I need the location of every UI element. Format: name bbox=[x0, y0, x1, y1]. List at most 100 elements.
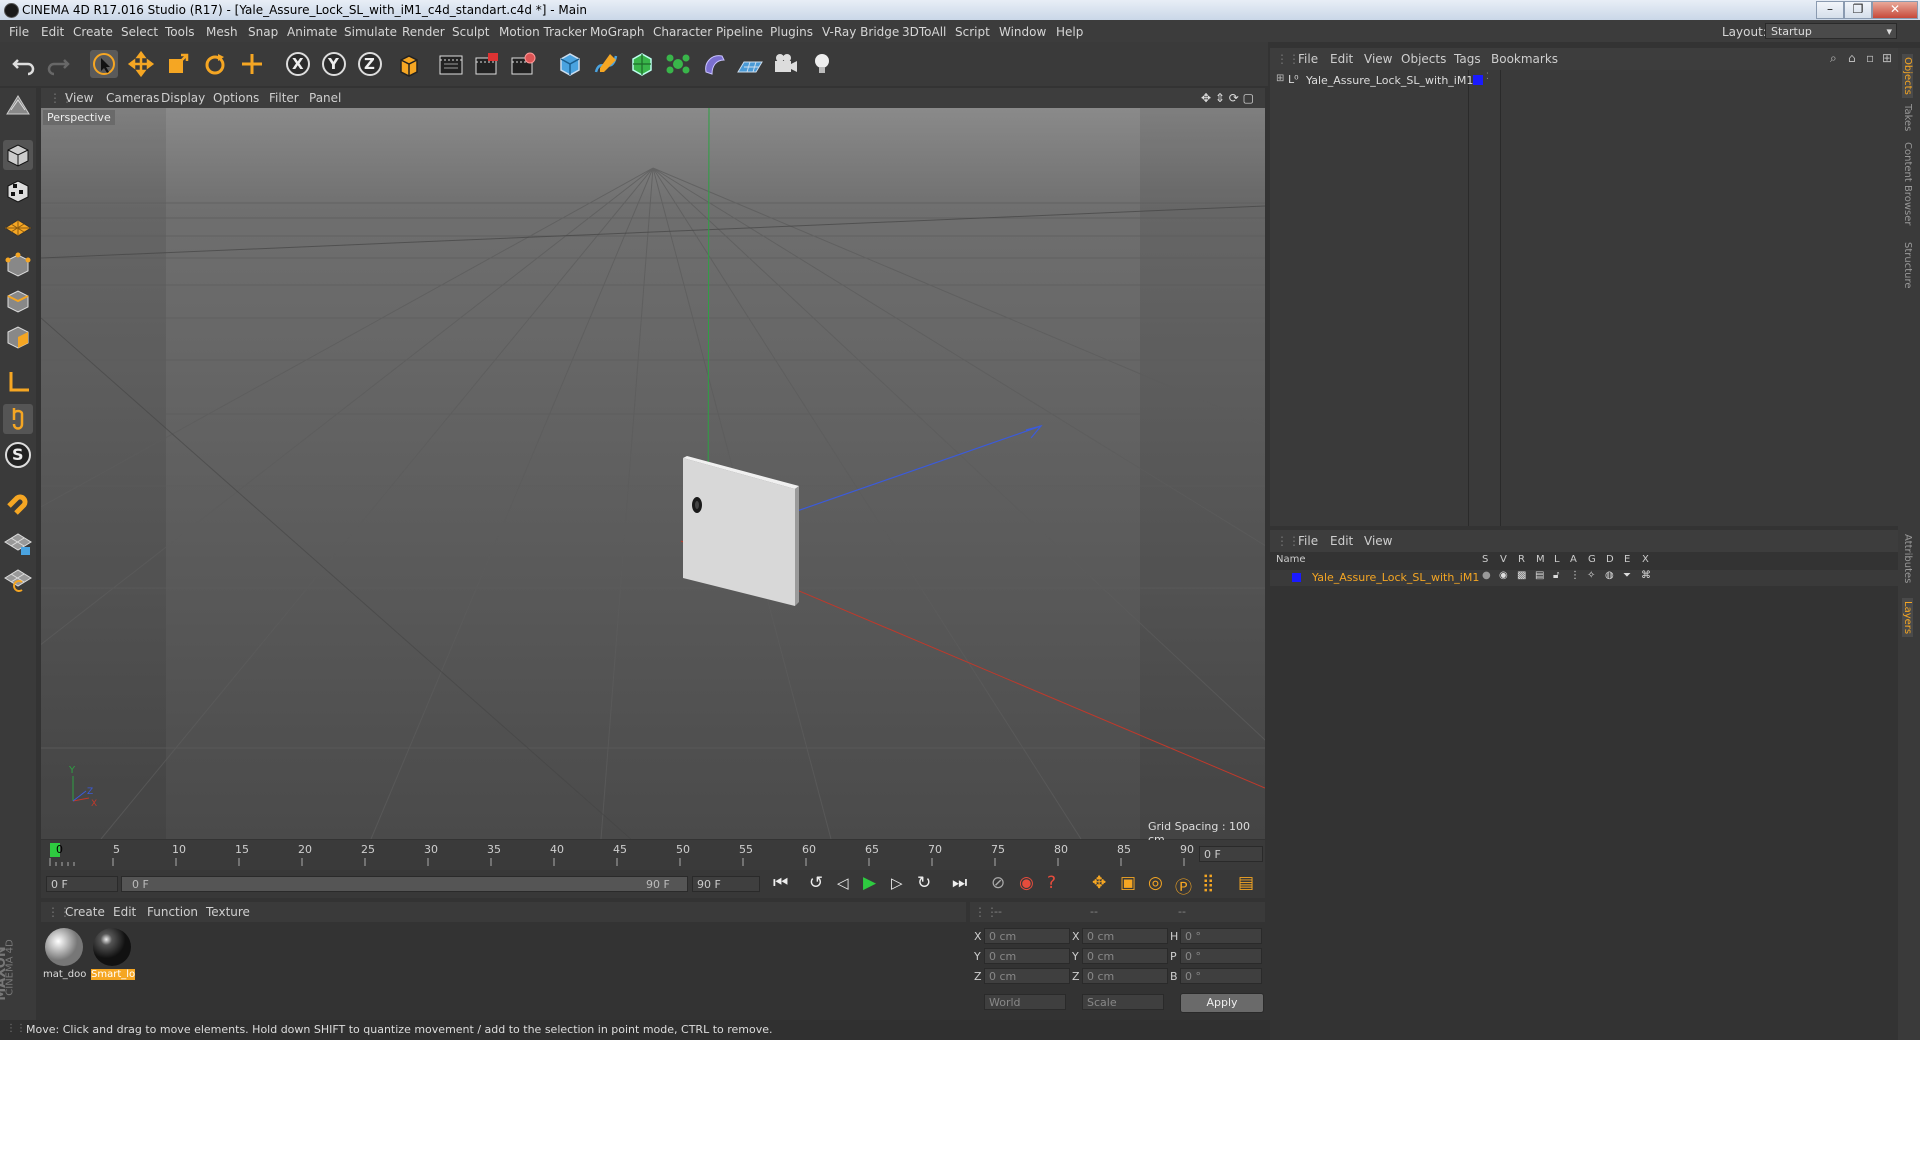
object-menu-tags[interactable]: Tags bbox=[1454, 52, 1481, 66]
loop-icon[interactable]: ↻ bbox=[917, 873, 931, 893]
menu-tools[interactable]: Tools bbox=[165, 25, 195, 39]
tab-structure[interactable]: Structure bbox=[1902, 242, 1913, 289]
key-pla-icon[interactable]: ⣿ bbox=[1202, 873, 1214, 893]
lock-toggle-icon[interactable]: 🔓︎ bbox=[1553, 570, 1559, 581]
generators-toggle-icon[interactable]: ✧ bbox=[1587, 570, 1595, 581]
snap-s-icon[interactable]: S bbox=[3, 440, 33, 470]
rot-h-field[interactable]: 0 ° bbox=[1180, 928, 1262, 944]
layer-color-swatch[interactable] bbox=[1292, 573, 1301, 582]
workplane-lock-icon[interactable] bbox=[3, 528, 33, 558]
coordinate-system-icon[interactable] bbox=[395, 50, 423, 78]
layer-row[interactable]: Yale_Assure_Lock_SL_with_iM1 ● ◉ ▩ ▤ 🔓︎ … bbox=[1270, 570, 1898, 586]
redo-icon[interactable] bbox=[44, 50, 72, 78]
render-settings-icon[interactable] bbox=[509, 50, 537, 78]
object-menu-bookmarks[interactable]: Bookmarks bbox=[1491, 52, 1558, 66]
coordinate-mode-dropdown[interactable]: World bbox=[984, 994, 1066, 1010]
tab-attributes[interactable]: Attributes bbox=[1902, 534, 1913, 583]
key-rotation-icon[interactable]: ◎ bbox=[1148, 873, 1163, 893]
model-mode-icon[interactable] bbox=[3, 140, 33, 170]
subdivision-surface-icon[interactable] bbox=[628, 50, 656, 78]
next-frame-icon[interactable]: ▷ bbox=[891, 874, 903, 892]
expressions-toggle-icon[interactable]: ⏷ bbox=[1623, 570, 1631, 581]
menu-select[interactable]: Select bbox=[121, 25, 158, 39]
previous-key-icon[interactable]: ↺ bbox=[809, 873, 823, 893]
column-expressions[interactable]: E bbox=[1624, 554, 1630, 565]
layer-menu-file[interactable]: File bbox=[1298, 534, 1318, 548]
menu-render[interactable]: Render bbox=[402, 25, 445, 39]
new-window-icon[interactable]: ▫ bbox=[1866, 51, 1874, 65]
pos-y-field[interactable]: 0 cm bbox=[984, 948, 1070, 964]
column-locked[interactable]: L bbox=[1554, 554, 1560, 565]
size-y-field[interactable]: 0 cm bbox=[1082, 948, 1168, 964]
material-menu-edit[interactable]: Edit bbox=[113, 905, 136, 919]
material-swatch-selected[interactable]: Smart_lo bbox=[91, 926, 136, 982]
menu-script[interactable]: Script bbox=[955, 25, 990, 39]
menu-character[interactable]: Character bbox=[653, 25, 712, 39]
material-menu-create[interactable]: Create bbox=[65, 905, 105, 919]
previous-frame-icon[interactable]: ◁ bbox=[837, 874, 849, 892]
column-deformers[interactable]: D bbox=[1606, 554, 1614, 565]
size-z-field[interactable]: 0 cm bbox=[1082, 968, 1168, 984]
render-toggle-icon[interactable]: ▩ bbox=[1517, 570, 1526, 581]
viewport-navigation-icons[interactable]: ✥ ⇕ ⟳ ▢ bbox=[1201, 91, 1254, 105]
viewport-menu-options[interactable]: Options bbox=[213, 91, 259, 105]
start-frame-field[interactable]: 0 F bbox=[46, 876, 118, 892]
frame-range-slider[interactable]: 0 F 90 F bbox=[121, 876, 688, 892]
autokey-icon[interactable]: ◉ bbox=[1019, 873, 1034, 893]
menu-snap[interactable]: Snap bbox=[248, 25, 278, 39]
animation-toggle-icon[interactable]: ⋮ bbox=[1570, 570, 1580, 581]
scale-icon[interactable] bbox=[164, 50, 192, 78]
recent-tools-icon[interactable] bbox=[238, 50, 266, 78]
size-x-field[interactable]: 0 cm bbox=[1082, 928, 1168, 944]
home-icon[interactable]: ⌂ bbox=[1848, 51, 1856, 65]
render-picture-viewer-icon[interactable] bbox=[473, 50, 501, 78]
menu-window[interactable]: Window bbox=[999, 25, 1046, 39]
axis-mode-icon[interactable] bbox=[3, 368, 33, 398]
live-selection-icon[interactable] bbox=[90, 50, 118, 78]
pos-x-field[interactable]: 0 cm bbox=[984, 928, 1070, 944]
z-axis-icon[interactable]: Z bbox=[356, 50, 384, 78]
apply-button[interactable]: Apply bbox=[1180, 993, 1264, 1013]
menu-plugins[interactable]: Plugins bbox=[770, 25, 813, 39]
make-editable-icon[interactable] bbox=[3, 92, 33, 122]
rot-p-field[interactable]: 0 ° bbox=[1180, 948, 1262, 964]
tab-objects[interactable]: Objects bbox=[1902, 54, 1913, 98]
viewport-perspective[interactable]: Y Z X Perspective Grid Spacing : 100 cm bbox=[41, 108, 1265, 846]
layer-menu-edit[interactable]: Edit bbox=[1330, 534, 1353, 548]
y-axis-icon[interactable]: Y bbox=[320, 50, 348, 78]
menu-vray-bridge[interactable]: V-Ray Bridge bbox=[822, 25, 899, 39]
tab-layers[interactable]: Layers bbox=[1902, 598, 1913, 638]
light-icon[interactable] bbox=[808, 50, 836, 78]
view-toggle-icon[interactable]: ◉ bbox=[1499, 570, 1508, 581]
deformers-toggle-icon[interactable]: ◍ bbox=[1605, 570, 1614, 581]
material-swatch[interactable]: mat_doo bbox=[43, 926, 86, 982]
menu-edit[interactable]: Edit bbox=[41, 25, 64, 39]
polygons-mode-icon[interactable] bbox=[3, 322, 33, 352]
points-mode-icon[interactable] bbox=[3, 250, 33, 280]
layout-dropdown[interactable]: Startup ▾ bbox=[1765, 23, 1897, 39]
column-name[interactable]: Name bbox=[1276, 554, 1306, 565]
deformer-icon[interactable] bbox=[700, 50, 728, 78]
viewport-menu-filter[interactable]: Filter bbox=[269, 91, 299, 105]
expand-toggle-icon[interactable]: ⊞ bbox=[1276, 73, 1284, 84]
layer-menu-view[interactable]: View bbox=[1364, 534, 1392, 548]
grid-snap-icon[interactable] bbox=[3, 564, 33, 594]
column-render[interactable]: R bbox=[1518, 554, 1525, 565]
material-menu-function[interactable]: Function bbox=[147, 905, 198, 919]
menu-create[interactable]: Create bbox=[73, 25, 113, 39]
layer-color-swatch[interactable] bbox=[1473, 75, 1483, 85]
solo-toggle-icon[interactable]: ● bbox=[1482, 570, 1491, 581]
xref-toggle-icon[interactable]: ⌘ bbox=[1641, 570, 1651, 581]
rotate-icon[interactable] bbox=[201, 50, 229, 78]
camera-icon[interactable] bbox=[772, 50, 800, 78]
end-frame-field[interactable]: 90 F bbox=[692, 876, 760, 892]
tab-content-browser[interactable]: Content Browser bbox=[1902, 142, 1913, 225]
key-scale-icon[interactable]: ▣ bbox=[1120, 873, 1136, 893]
viewport-menu-cameras[interactable]: Cameras bbox=[106, 91, 159, 105]
timeline-ruler[interactable]: 0 5 10 15 20 25 30 35 40 45 50 55 60 65 … bbox=[41, 840, 1265, 870]
maximize-button[interactable]: ❐ bbox=[1844, 1, 1872, 19]
magnet-icon[interactable] bbox=[3, 486, 33, 516]
texture-mode-icon[interactable] bbox=[3, 176, 33, 206]
floor-icon[interactable] bbox=[736, 50, 764, 78]
menu-help[interactable]: Help bbox=[1056, 25, 1083, 39]
